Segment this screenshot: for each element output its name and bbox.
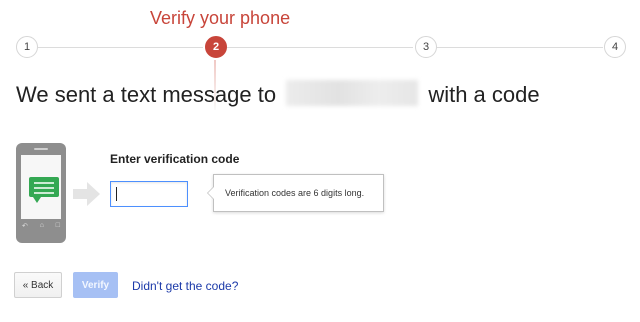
verify-button[interactable]: Verify [73,272,118,298]
step-3: 3 [415,36,437,58]
headline-prefix: We sent a text message to [16,82,277,107]
headline-suffix: with a code [428,82,540,107]
phone-speaker [34,148,48,150]
phone-message-icon: ↶ ⌂ □ [16,143,66,243]
step-title: Verify your phone [150,8,291,28]
page-headline: We sent a text message to with a code [16,80,540,109]
redacted-phone-number [286,80,419,107]
arrow-right-icon [73,182,100,206]
step-4: 4 [604,36,626,58]
step-1: 1 [16,36,38,58]
text-caret [116,187,117,201]
step-connector-1-2 [38,47,203,48]
hint-tooltip: Verification codes are 6 digits long. [207,174,384,212]
verification-code-input[interactable] [110,181,188,207]
message-bubble-icon [29,177,59,203]
step-connector-2-3 [227,47,413,48]
back-button[interactable]: « Back [14,272,62,298]
verification-code-label: Enter verification code [110,152,240,166]
step-2-current: 2 [205,36,227,58]
hint-text: Verification codes are 6 digits long. [225,188,365,198]
phone-nav-buttons: ↶ ⌂ □ [22,222,60,230]
step-connector-3-4 [437,47,603,48]
phone-screen [21,155,61,219]
resend-code-link[interactable]: Didn't get the code? [132,279,238,293]
